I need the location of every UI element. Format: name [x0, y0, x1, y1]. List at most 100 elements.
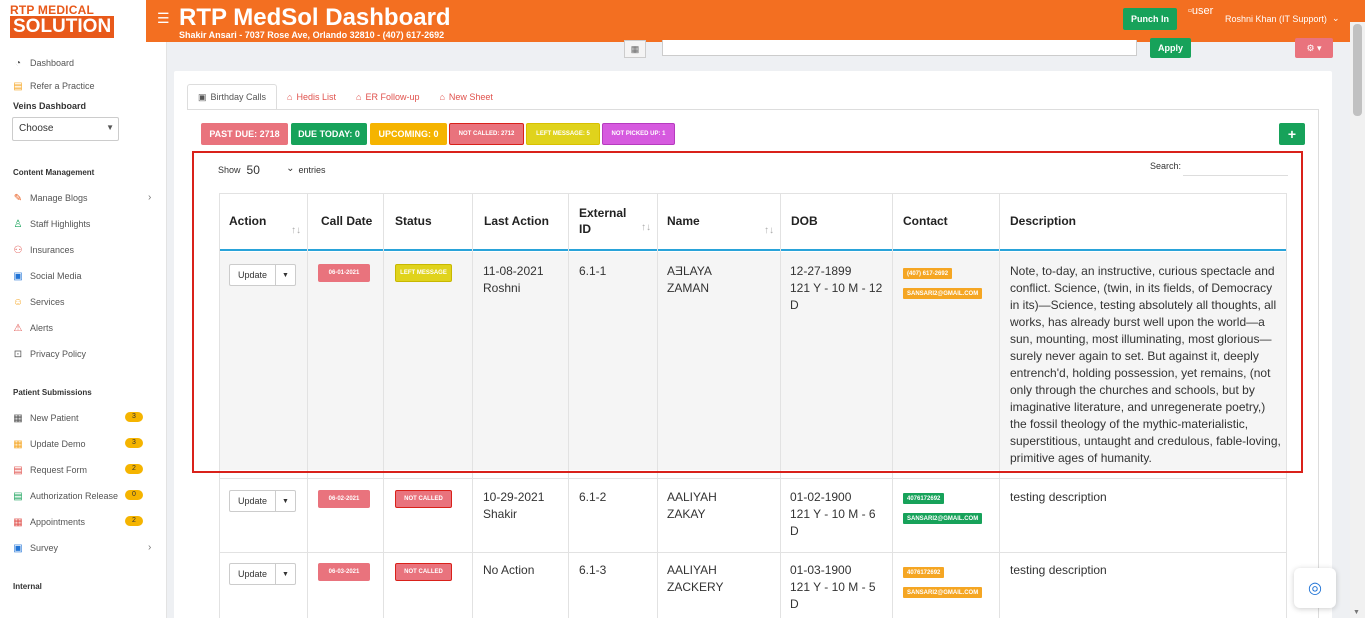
tab-hedis-list[interactable]: ⌂ Hedis List [277, 84, 346, 110]
help-button[interactable]: ◎ [1294, 568, 1336, 608]
last-action-date: 11-08-2021 [483, 264, 544, 278]
email-badge[interactable]: SANSARI2@GMAIL.COM [903, 288, 983, 299]
sidebar-item-dashboard[interactable]: ◔ Dashboard [12, 57, 74, 69]
email-badge[interactable]: SANSARI2@GMAIL.COM [903, 587, 983, 598]
left-message-filter[interactable]: LEFT MESSAGE: 5 [526, 123, 600, 145]
update-button[interactable]: Update [230, 564, 276, 584]
caret-down-icon[interactable]: ▼ [276, 564, 295, 584]
patient-name: AALIYAH ZAKAY [667, 489, 717, 523]
chevron-right-icon[interactable]: › [148, 542, 151, 553]
scrollbar-thumb[interactable] [1353, 24, 1362, 116]
update-button[interactable]: Update [230, 265, 276, 285]
update-split-button: Update ▼ [229, 264, 296, 286]
column-header-name[interactable]: Name ↑↓ [657, 193, 780, 251]
veins-select[interactable]: Choose ▼ [12, 117, 119, 141]
request-icon: ▤ [13, 464, 23, 476]
column-header-description[interactable]: Description [999, 193, 1287, 251]
column-header-contact[interactable]: Contact [892, 193, 999, 251]
sidebar-item-staff-highlights[interactable]: ♙ Staff Highlights [12, 218, 91, 230]
apply-button[interactable]: Apply [1150, 38, 1191, 58]
settings-dropdown-button[interactable]: ⚙ ▾ [1295, 38, 1333, 58]
sort-icon: ↑↓ [291, 225, 301, 236]
status-badge[interactable]: NOT CALLED [395, 490, 452, 508]
tab-label: Hedis List [296, 92, 336, 102]
update-button[interactable]: Update [230, 491, 276, 511]
table-border [1286, 193, 1287, 618]
tab-er-follow-up[interactable]: ⌂ ER Follow-up [346, 84, 429, 110]
user-avatar[interactable]: ▫user [1188, 5, 1213, 17]
logo[interactable]: RTP MEDICAL SOLUTION [0, 0, 146, 42]
filter-input[interactable] [662, 40, 1137, 56]
search-input[interactable] [1183, 158, 1288, 176]
column-header-external-id[interactable]: External ID ↑↓ [568, 193, 657, 251]
column-header-action[interactable]: Action ↑↓ [219, 193, 307, 251]
user-name[interactable]: Roshni Khan (IT Support) [1225, 14, 1327, 24]
caret-down-icon[interactable]: ▼ [276, 491, 295, 511]
age-days: D [790, 524, 799, 538]
tab-birthday-calls[interactable]: ▣ Birthday Calls [187, 84, 278, 110]
staff-icon: ♙ [13, 218, 23, 230]
tab-new-sheet[interactable]: ⌂ New Sheet [429, 84, 502, 110]
add-button[interactable]: + [1279, 123, 1305, 145]
sidebar-item-social-media[interactable]: ▣ Social Media [12, 270, 81, 282]
last-name: ZAKAY [667, 507, 706, 521]
column-header-status[interactable]: Status [383, 193, 472, 251]
menu-icon[interactable]: ☰ [157, 10, 170, 27]
home-icon: ⌂ [439, 92, 445, 102]
sidebar-item-label: Refer a Practice [30, 81, 95, 91]
column-header-dob[interactable]: DOB [780, 193, 892, 251]
sidebar-item-appointments[interactable]: ▦ Appointments [12, 516, 85, 528]
last-name: ZACKERY [667, 580, 724, 594]
scroll-down-icon[interactable]: ▼ [1353, 609, 1360, 616]
status-badge[interactable]: LEFT MESSAGE [395, 264, 452, 282]
new-patient-icon: ▦ [13, 412, 23, 424]
content-management-heading: Content Management [13, 168, 95, 177]
description-line: only through the churches and schools, b… [1010, 383, 1255, 397]
survey-icon: ▣ [13, 542, 23, 554]
email-badge[interactable]: SANSARI2@GMAIL.COM [903, 513, 983, 524]
column-label: Contact [903, 214, 948, 228]
description-line: primitive ages of humanity. [1010, 451, 1152, 465]
column-header-last-action[interactable]: Last Action [472, 193, 568, 251]
calendar-icon[interactable]: ▦ [624, 40, 646, 58]
entries-value: 50 [246, 163, 260, 177]
page-scrollbar[interactable]: ▼ [1350, 22, 1365, 618]
sidebar-item-manage-blogs[interactable]: ✎ Manage Blogs [12, 192, 88, 204]
sidebar-item-request-form[interactable]: ▤ Request Form [12, 464, 87, 476]
entries-select[interactable]: 50 ⌄ [247, 163, 295, 177]
auth-icon: ▤ [13, 490, 23, 502]
column-label: External ID [579, 206, 627, 236]
age-days: D [790, 597, 799, 611]
description: Note, to-day, an instructive, curious sp… [1010, 263, 1282, 467]
sidebar-item-refer[interactable]: ▤ Refer a Practice [12, 80, 95, 92]
sidebar-item-new-patient[interactable]: ▦ New Patient [12, 412, 79, 424]
external-id: 6.1-3 [579, 563, 607, 577]
phone-badge[interactable]: (407) 617-2692 [903, 268, 953, 279]
sidebar-item-label: New Patient [30, 413, 79, 423]
due-today-filter[interactable]: DUE TODAY: 0 [291, 123, 367, 145]
not-picked-up-filter[interactable]: NOT PICKED UP: 1 [602, 123, 675, 145]
sidebar-item-alerts[interactable]: ⚠ Alerts [12, 322, 54, 334]
past-due-filter[interactable]: PAST DUE: 2718 [201, 123, 288, 145]
row-divider [219, 552, 1287, 553]
show-label: Show [218, 165, 241, 175]
upcoming-filter[interactable]: UPCOMING: 0 [370, 123, 447, 145]
sidebar-item-update-demo[interactable]: ▦ Update Demo [12, 438, 85, 450]
not-called-filter[interactable]: NOT CALLED: 2712 [449, 123, 524, 145]
sidebar-item-services[interactable]: ☺ Services [12, 296, 65, 308]
last-action-date: 10-29-2021 [483, 490, 545, 504]
chevron-right-icon[interactable]: › [148, 192, 151, 203]
status-badge[interactable]: NOT CALLED [395, 563, 452, 581]
column-header-call-date[interactable]: Call Date [307, 193, 383, 251]
punch-in-button[interactable]: Punch In [1123, 8, 1177, 30]
phone-badge[interactable]: 4076172692 [903, 567, 945, 578]
description-line: testing description [1010, 490, 1107, 504]
sidebar-item-survey[interactable]: ▣ Survey [12, 542, 58, 554]
phone-badge[interactable]: 4076172692 [903, 493, 945, 504]
sidebar-item-privacy-policy[interactable]: ⊡ Privacy Policy [12, 348, 86, 360]
caret-down-icon[interactable]: ▼ [276, 265, 295, 285]
chevron-down-icon[interactable]: ⌄ [1332, 13, 1340, 24]
sidebar-item-insurances[interactable]: ⚇ Insurances [12, 244, 75, 256]
sidebar-item-label: Privacy Policy [30, 349, 87, 359]
sidebar-item-authorization-release[interactable]: ▤ Authorization Release [12, 490, 118, 502]
